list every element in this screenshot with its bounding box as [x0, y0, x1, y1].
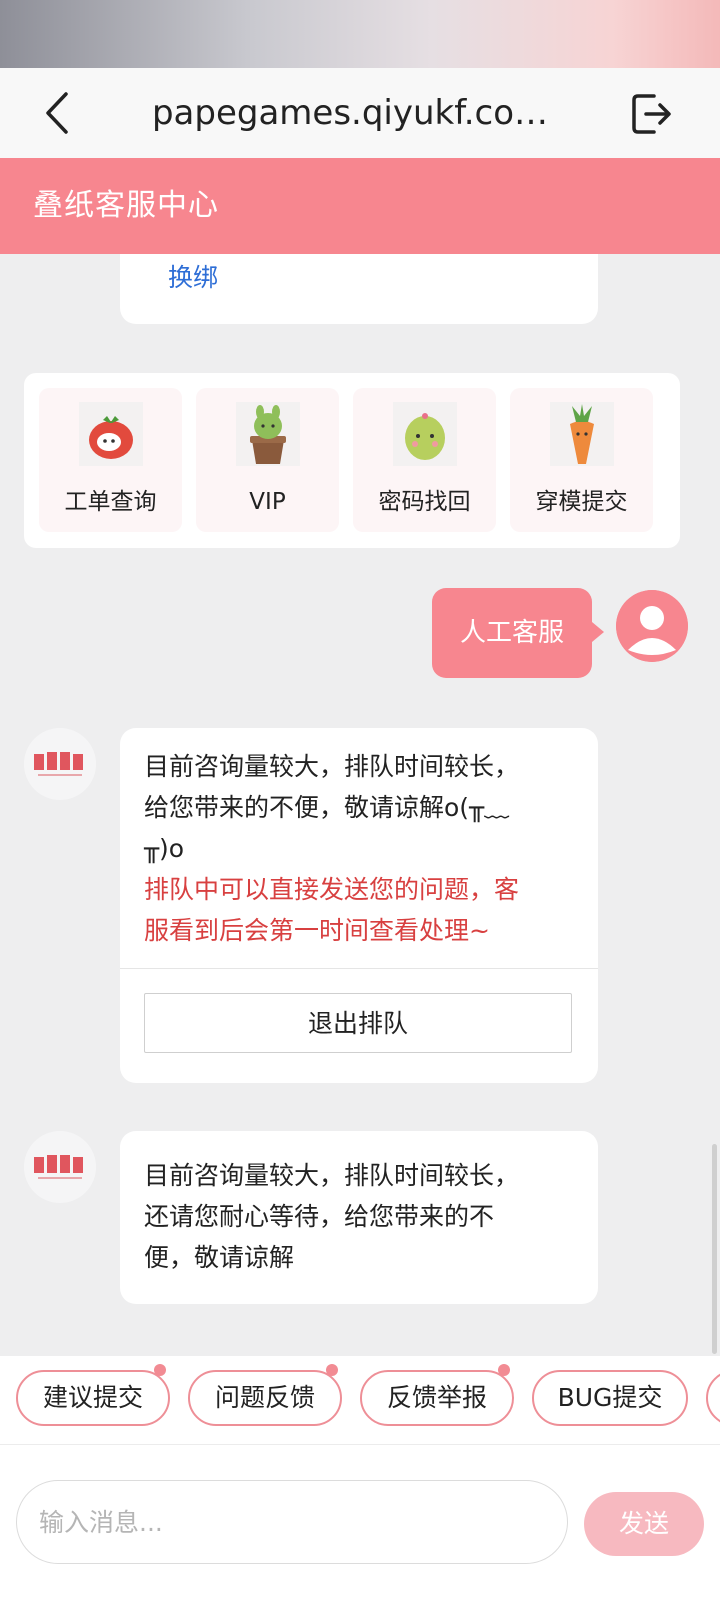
- unread-dot: [326, 1364, 338, 1376]
- quick-action-label: 密码找回: [378, 489, 471, 515]
- chip-more[interactable]: [706, 1370, 720, 1426]
- bot-message-card: 目前咨询量较大，排队时间较长， 还请您耐心等待，给您带来的不 便，敬请谅解: [120, 1131, 598, 1304]
- message-highlight-line: 排队中可以直接发送您的问题，客: [144, 875, 520, 904]
- brand-header: 叠纸客服中心: [0, 158, 720, 254]
- message-line: ╥)o: [144, 834, 185, 863]
- send-button[interactable]: 发送: [584, 1492, 704, 1556]
- quick-action-label: 工单查询: [64, 489, 157, 515]
- page-title: 叠纸客服中心: [33, 188, 219, 223]
- unread-dot: [498, 1364, 510, 1376]
- message-line: 给您带来的不便，敬请谅解o(╥﹏: [144, 793, 510, 822]
- user-message-text: 人工客服: [459, 618, 564, 648]
- message-highlight-line: 服看到后会第一时间查看处理~: [144, 916, 490, 945]
- quick-actions-panel: 工单查询 VIP 密码找回 穿模提交: [24, 373, 680, 548]
- scrollbar-thumb[interactable]: [712, 1144, 717, 1354]
- user-avatar-icon: [616, 590, 688, 662]
- account-card: 换绑: [120, 254, 598, 324]
- quick-chips-row: 建议提交 问题反馈 反馈举报 BUG提交: [0, 1356, 720, 1445]
- chip-bug-report[interactable]: BUG提交: [532, 1370, 688, 1426]
- chip-label: 建议提交: [42, 1383, 143, 1412]
- quick-action-vip[interactable]: VIP: [196, 388, 339, 532]
- quick-action-clipping-report[interactable]: 穿模提交: [510, 388, 653, 532]
- tomato-plush-icon: [79, 402, 143, 466]
- message-line: 便，敬请谅解: [144, 1243, 295, 1272]
- message-input[interactable]: [16, 1480, 568, 1564]
- chip-label: 问题反馈: [214, 1383, 315, 1412]
- message-line: 目前咨询量较大，排队时间较长，: [144, 1161, 520, 1190]
- quick-action-password-recovery[interactable]: 密码找回: [353, 388, 496, 532]
- message-line: 还请您耐心等待，给您带来的不: [144, 1202, 495, 1231]
- browser-bar: papegames.qiyukf.co…: [0, 68, 720, 158]
- carrot-plush-icon: [550, 402, 614, 466]
- bottom-toolbar: 建议提交 问题反馈 反馈举报 BUG提交 发送: [0, 1356, 720, 1600]
- url-text[interactable]: papegames.qiyukf.co…: [140, 90, 560, 136]
- chip-problem-feedback[interactable]: 问题反馈: [188, 1364, 342, 1426]
- message-line: 目前咨询量较大，排队时间较长，: [144, 752, 520, 781]
- cactus-plush-icon: [393, 402, 457, 466]
- rebind-link[interactable]: 换绑: [168, 258, 218, 298]
- status-strip: [0, 0, 720, 68]
- exit-icon[interactable]: [628, 90, 676, 138]
- quick-action-ticket-query[interactable]: 工单查询: [39, 388, 182, 532]
- message-divider: [120, 968, 598, 969]
- back-icon[interactable]: [34, 88, 84, 138]
- chip-suggestion[interactable]: 建议提交: [16, 1364, 170, 1426]
- chip-label: 反馈举报: [386, 1383, 487, 1412]
- chip-label: BUG提交: [557, 1383, 663, 1412]
- papegames-logo-icon: [24, 1131, 96, 1203]
- quick-action-label: 穿模提交: [535, 489, 628, 515]
- chip-report[interactable]: 反馈举报: [360, 1364, 514, 1426]
- papegames-logo-icon: [24, 728, 96, 800]
- leave-queue-button[interactable]: 退出排队: [144, 993, 572, 1053]
- quick-action-label: VIP: [249, 489, 286, 515]
- user-message-bubble: 人工客服: [432, 588, 604, 678]
- bot-message-card: 目前咨询量较大，排队时间较长， 给您带来的不便，敬请谅解o(╥﹏ ╥)o 排队中…: [120, 728, 598, 1083]
- unread-dot: [154, 1364, 166, 1376]
- cactus-pot-plush-icon: [236, 402, 300, 466]
